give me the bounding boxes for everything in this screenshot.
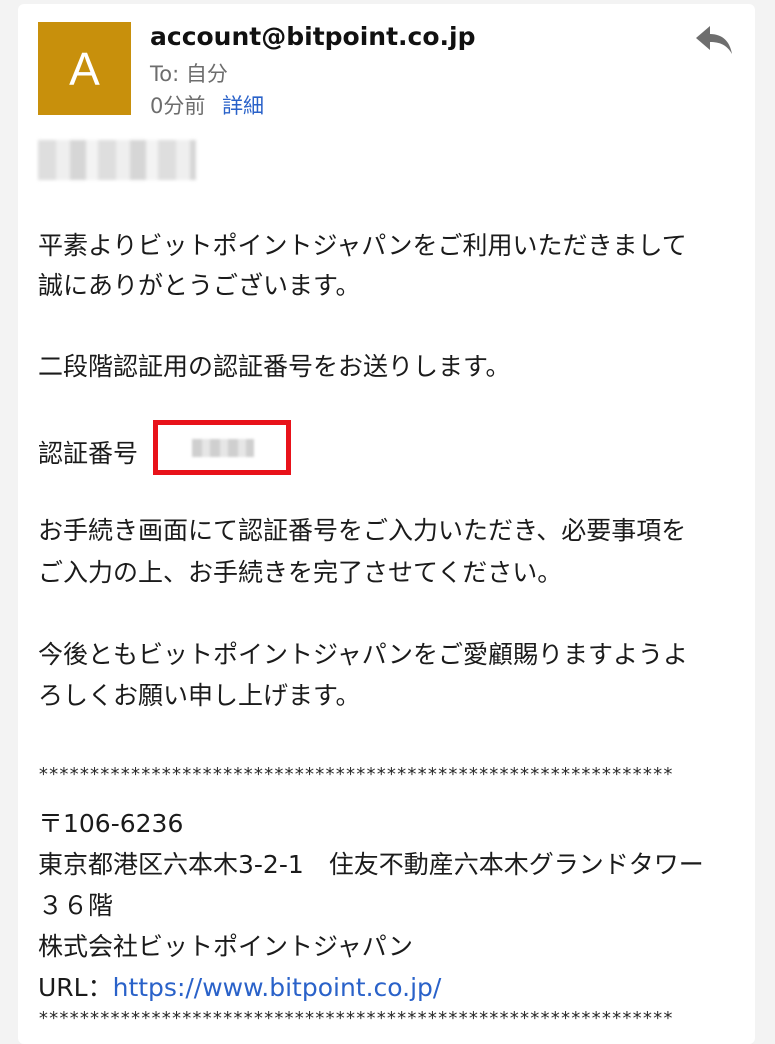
address-line2: ３６階 xyxy=(38,891,114,920)
website-link[interactable]: https://www.bitpoint.co.jp/ xyxy=(113,973,442,1002)
sender-address[interactable]: account@bitpoint.co.jp xyxy=(150,22,476,51)
company-name: 株式会社ビットポイントジャパン xyxy=(38,932,414,961)
redacted-recipient-name xyxy=(38,140,196,180)
auth-code-highlight-box xyxy=(153,420,291,475)
paragraph-instructions-line2: ご入力の上、お手続きを完了させてください。 xyxy=(38,558,563,587)
footer-separator-bottom: ****************************************… xyxy=(38,1008,673,1029)
meta-line: 0分前 詳細 xyxy=(150,90,264,120)
footer-separator-top: ****************************************… xyxy=(38,764,673,785)
code-label: 認証番号 xyxy=(38,439,139,468)
sender-avatar[interactable]: A xyxy=(38,22,131,115)
details-link[interactable]: 詳細 xyxy=(222,94,264,118)
paragraph-closing-line1: 今後ともビットポイントジャパンをご愛顧賜りますようよ xyxy=(38,640,689,669)
paragraph-greeting-line1: 平素よりビットポイントジャパンをご利用いただきまして xyxy=(38,231,687,260)
email-card: A account@bitpoint.co.jp To: 自分 0分前 詳細 平… xyxy=(18,4,755,1044)
address-line1: 東京都港区六本木3-2-1 住友不動産六本木グランドタワー xyxy=(38,850,704,879)
paragraph-greeting-line2: 誠にありがとうございます。 xyxy=(38,271,361,300)
paragraph-instructions-line1: お手続き画面にて認証番号をご入力いただき、必要事項を xyxy=(38,516,687,545)
avatar-letter: A xyxy=(69,42,100,95)
recipient-line: To: 自分 xyxy=(150,62,228,86)
paragraph-intro: 二段階認証用の認証番号をお送りします。 xyxy=(38,352,511,381)
paragraph-closing-line2: ろしくお願い申し上げます。 xyxy=(38,681,361,710)
postal-code: 〒106-6236 xyxy=(38,809,184,838)
timestamp: 0分前 xyxy=(150,94,206,118)
redacted-auth-code xyxy=(192,439,254,457)
url-line: URL：https://www.bitpoint.co.jp/ xyxy=(38,968,441,1004)
reply-arrow-icon[interactable] xyxy=(694,24,734,58)
url-label: URL： xyxy=(38,973,113,1002)
